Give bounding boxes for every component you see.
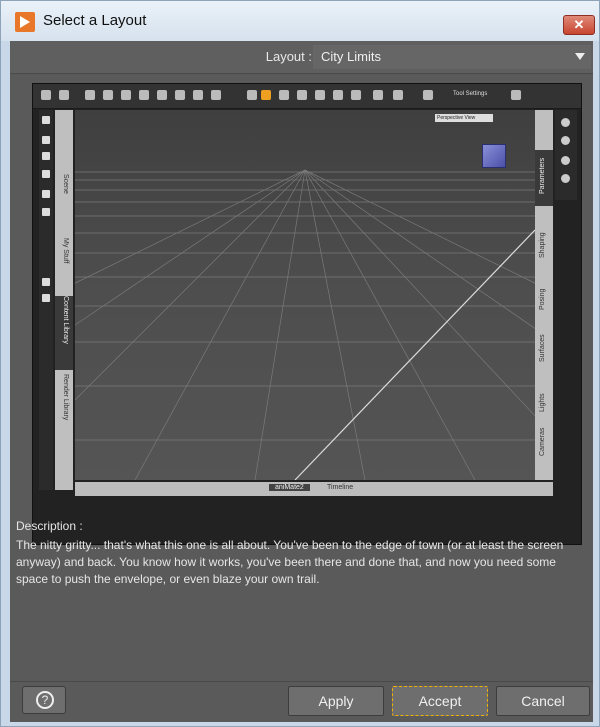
tab-shaping: Shaping bbox=[539, 232, 546, 258]
close-button[interactable]: ✕ bbox=[563, 15, 595, 35]
toolbar-icon bbox=[103, 90, 113, 100]
toolbar-icon bbox=[351, 90, 361, 100]
tab-cameras: Cameras bbox=[539, 427, 546, 456]
tool-settings-label: Tool Settings bbox=[453, 91, 488, 97]
nodes-icon bbox=[561, 156, 570, 165]
cancel-button[interactable]: Cancel bbox=[496, 686, 590, 716]
accept-button[interactable]: Accept bbox=[392, 686, 488, 716]
undo-icon bbox=[42, 190, 50, 198]
toolbar-icon bbox=[175, 90, 185, 100]
ground-grid bbox=[75, 169, 535, 480]
layout-label: Layout : bbox=[265, 49, 312, 64]
perspective-view-label: Perspective View bbox=[435, 114, 493, 122]
toolbar-icon bbox=[157, 90, 167, 100]
preview-left-tabs: Scene My Stuff Content Library Render Li… bbox=[55, 110, 73, 490]
figure-icon bbox=[42, 278, 50, 286]
tab-lights: Lights bbox=[539, 393, 546, 412]
description-title: Description : bbox=[16, 519, 83, 533]
title-bar: Select a Layout ✕ bbox=[1, 1, 599, 41]
settings-icon bbox=[561, 136, 570, 145]
toolbar-icon bbox=[315, 90, 325, 100]
tab-timeline: Timeline bbox=[327, 484, 354, 491]
highlighted-tool-icon bbox=[261, 90, 271, 100]
toolbar-icon bbox=[211, 90, 221, 100]
toolbar-icon bbox=[247, 90, 257, 100]
save-icon bbox=[42, 170, 50, 178]
help-button[interactable]: ? bbox=[22, 686, 66, 714]
layout-dropdown[interactable]: City Limits bbox=[313, 45, 591, 69]
viewport-3d: Perspective View bbox=[75, 110, 535, 480]
view-cube-icon bbox=[482, 144, 506, 168]
dialog-button-bar: ? Apply Accept Cancel bbox=[10, 681, 593, 722]
tab-render-library: Render Library bbox=[62, 374, 69, 421]
app-logo-icon bbox=[15, 12, 35, 32]
tab-parameters: Parameters bbox=[535, 150, 553, 206]
toolbar-icon bbox=[193, 90, 203, 100]
preview-bottom-tabs: aniMate2 Timeline bbox=[75, 482, 553, 496]
layout-selector-row: Layout : City Limits bbox=[10, 41, 593, 74]
toolbar-icon bbox=[139, 90, 149, 100]
toolbar-icon bbox=[59, 90, 69, 100]
layout-preview-image: Tool Settings Scene My Stuff Content Lib… bbox=[32, 83, 582, 545]
toolbar-icon bbox=[279, 90, 289, 100]
open-icon bbox=[42, 136, 50, 144]
toolbar-icon bbox=[41, 90, 51, 100]
tab-posing: Posing bbox=[539, 288, 546, 310]
preview-right-tabs: Parameters Shaping Posing Surfaces Light… bbox=[535, 110, 553, 480]
question-mark-icon: ? bbox=[36, 691, 54, 709]
tab-my-stuff: My Stuff bbox=[62, 238, 69, 264]
toolbar-icon bbox=[423, 90, 433, 100]
dialog-body: Layout : City Limits Tool Settings Scene… bbox=[10, 41, 593, 722]
tab-animate2: aniMate2 bbox=[269, 484, 310, 491]
pane-icon bbox=[561, 118, 570, 127]
tab-content-library: Content Library bbox=[55, 296, 73, 370]
preview-toolbar: Tool Settings bbox=[33, 84, 581, 109]
window-title: Select a Layout bbox=[43, 12, 147, 29]
description-text: The nitty gritty... that's what this one… bbox=[16, 538, 564, 586]
toolbar-icon bbox=[297, 90, 307, 100]
export-icon bbox=[42, 208, 50, 216]
preview-left-iconbar bbox=[39, 110, 53, 490]
tab-scene: Scene bbox=[62, 174, 69, 194]
apply-button[interactable]: Apply bbox=[288, 686, 384, 716]
toolbar-icon bbox=[333, 90, 343, 100]
tab-surfaces: Surfaces bbox=[539, 334, 546, 362]
select-layout-dialog: Select a Layout ✕ Layout : City Limits T… bbox=[0, 0, 600, 727]
pose-icon bbox=[42, 294, 50, 302]
camera-icon bbox=[511, 90, 521, 100]
toolbar-icon bbox=[85, 90, 95, 100]
chevron-down-icon bbox=[575, 53, 585, 60]
toolbar-icon bbox=[393, 90, 403, 100]
toolbar-icon bbox=[121, 90, 131, 100]
preview-right-iconbar bbox=[555, 110, 577, 200]
layout-selected-value: City Limits bbox=[321, 49, 381, 64]
link-icon bbox=[561, 174, 570, 183]
folder-icon bbox=[42, 152, 50, 160]
toolbar-icon bbox=[373, 90, 383, 100]
new-icon bbox=[42, 116, 50, 124]
